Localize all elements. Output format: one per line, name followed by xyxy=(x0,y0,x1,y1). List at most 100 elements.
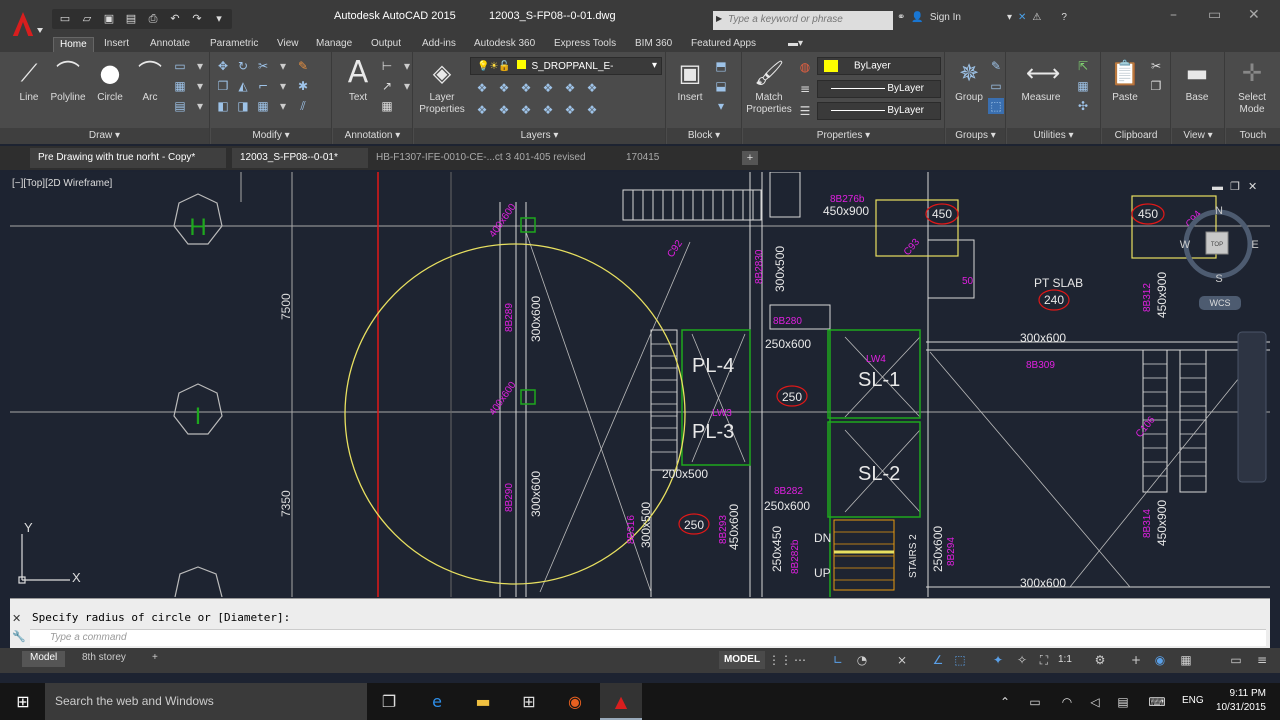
stretch-icon[interactable]: ◧ xyxy=(215,98,231,114)
match-properties-button[interactable]: 🖌 Match Properties xyxy=(743,56,795,122)
color-dropdown[interactable]: ByLayer xyxy=(817,57,941,75)
offset-icon[interactable]: ⫽ xyxy=(295,98,311,114)
group-select-icon[interactable]: ⬚ xyxy=(988,98,1004,114)
tab-parametric[interactable]: Parametric xyxy=(204,37,264,52)
chevron-down-icon[interactable]: ▾ xyxy=(275,58,291,74)
tab-manage[interactable]: Manage xyxy=(310,37,358,52)
edge-icon[interactable]: e xyxy=(426,691,448,713)
drawing-canvas[interactable]: H I 7500 7350 450x900 250x600 250x600 20… xyxy=(10,172,1270,597)
viewport-close-icon[interactable]: ✕ xyxy=(1248,181,1257,193)
language-indicator[interactable]: ENG xyxy=(1182,695,1204,706)
annotation-icon[interactable]: ✦ xyxy=(990,652,1006,668)
panel-title-layers[interactable]: Layers ▾ xyxy=(414,128,665,144)
paste-button[interactable]: 📋 Paste xyxy=(1102,56,1148,122)
wrench-icon[interactable]: 🔧 xyxy=(12,630,26,643)
create-block-icon[interactable]: ⬒ xyxy=(713,58,729,74)
customize-icon[interactable]: ≡ xyxy=(1254,652,1270,668)
layer-tool-icon[interactable]: ❖ xyxy=(562,80,578,96)
open-icon[interactable]: ▱ xyxy=(78,10,96,28)
tab-autodesk360[interactable]: Autodesk 360 xyxy=(468,37,541,52)
layer-tool-icon[interactable]: ❖ xyxy=(562,102,578,118)
annotation-visibility-icon[interactable]: ✧ xyxy=(1014,652,1030,668)
ortho-icon[interactable]: ∟ xyxy=(830,652,846,668)
search-arrow-icon[interactable]: ▶ xyxy=(716,14,722,23)
tab-featured-apps[interactable]: Featured Apps xyxy=(685,37,762,52)
compass-w[interactable]: W xyxy=(1180,239,1191,251)
new-icon[interactable]: ▭ xyxy=(56,10,74,28)
task-view-icon[interactable]: ❐ xyxy=(378,691,400,713)
id-point-icon[interactable]: ✣ xyxy=(1075,98,1091,114)
layer-tool-icon[interactable]: ❖ xyxy=(518,102,534,118)
panel-title-annotation[interactable]: Annotation ▾ xyxy=(333,128,412,144)
layout-tab-8th-storey[interactable]: 8th storey xyxy=(74,651,134,667)
rectangle-icon[interactable]: ▭ xyxy=(172,58,188,74)
cut-icon[interactable]: ✂ xyxy=(1148,58,1164,74)
chevron-down-icon[interactable]: ▾ xyxy=(399,58,415,74)
command-input[interactable]: Type a command xyxy=(30,629,1266,646)
erase-icon[interactable]: ✎ xyxy=(295,58,311,74)
redo-icon[interactable]: ↷ xyxy=(188,10,206,28)
chevron-down-icon[interactable]: ▾ xyxy=(399,78,415,94)
ungroup-icon[interactable]: ✎ xyxy=(988,58,1004,74)
quick-select-icon[interactable]: ⇱ xyxy=(1075,58,1091,74)
store-icon[interactable]: ⊞ xyxy=(518,691,540,713)
arc-button[interactable]: ⌒ Arc xyxy=(127,56,173,122)
viewport-minimize-icon[interactable]: ▬ xyxy=(1212,181,1223,193)
group-edit-icon[interactable]: ▭ xyxy=(988,78,1004,94)
workspace-icon[interactable]: ⚙ xyxy=(1092,652,1108,668)
chevron-down-icon[interactable]: ▾ xyxy=(275,98,291,114)
dimension-icon[interactable]: ⊢ xyxy=(379,58,395,74)
panel-title-draw[interactable]: Draw ▾ xyxy=(0,128,209,144)
panel-title-modify[interactable]: Modify ▾ xyxy=(211,128,331,144)
volume-icon[interactable]: ◁ xyxy=(1084,691,1106,713)
chevron-down-icon[interactable]: ▾ xyxy=(192,58,208,74)
layer-tool-icon[interactable]: ❖ xyxy=(496,102,512,118)
help-icon[interactable]: ? xyxy=(1061,12,1067,23)
compass-s[interactable]: S xyxy=(1215,273,1222,285)
layer-tool-icon[interactable]: ❖ xyxy=(474,80,490,96)
tab-bim360[interactable]: BIM 360 xyxy=(629,37,678,52)
layer-tool-icon[interactable]: ❖ xyxy=(584,102,600,118)
keyboard-icon[interactable]: ⌨ xyxy=(1146,691,1168,713)
copy-icon[interactable]: ❐ xyxy=(215,78,231,94)
linetype-dropdown[interactable]: ByLayer xyxy=(817,80,941,98)
compass-e[interactable]: E xyxy=(1251,239,1258,251)
layer-dropdown[interactable]: 💡☀🔓 S_DROPPANL_E- ▾ xyxy=(470,57,662,75)
close-icon[interactable]: ✕ xyxy=(12,612,21,625)
exchange-icon[interactable]: ✕ xyxy=(1018,12,1026,23)
layer-tool-icon[interactable]: ❖ xyxy=(540,102,556,118)
base-button[interactable]: ▬ Base xyxy=(1174,56,1220,122)
model-space-button[interactable]: MODEL xyxy=(719,651,765,669)
windows-start-icon[interactable]: ⊞ xyxy=(12,691,34,713)
tab-insert[interactable]: Insert xyxy=(98,37,135,52)
osnap-icon[interactable]: ⨯ xyxy=(894,652,910,668)
autocad-taskbar-icon[interactable]: ▲ xyxy=(600,683,642,720)
explode-icon[interactable]: ✱ xyxy=(295,78,311,94)
edit-block-icon[interactable]: ⬓ xyxy=(713,78,729,94)
annotation-scale[interactable]: 1:1 xyxy=(1058,654,1072,665)
polyline-button[interactable]: ⌒ Polyline xyxy=(45,56,91,122)
chevron-down-icon[interactable]: ▾ xyxy=(1007,12,1012,23)
move-icon[interactable]: ✥ xyxy=(215,58,231,74)
maximize-icon[interactable]: ▭ xyxy=(1208,7,1221,23)
tab-home[interactable]: Home xyxy=(53,37,94,52)
layer-tool-icon[interactable]: ❖ xyxy=(540,80,556,96)
trim-icon[interactable]: ✂ xyxy=(255,58,271,74)
layer-tool-icon[interactable]: ❖ xyxy=(584,80,600,96)
binoculars-icon[interactable]: ⚭ xyxy=(897,12,905,23)
polar-icon[interactable]: ◔ xyxy=(854,652,870,668)
otrack-icon[interactable]: ∠ xyxy=(930,652,946,668)
viewport-restore-icon[interactable]: ❐ xyxy=(1230,181,1240,193)
table-icon[interactable]: ▦ xyxy=(379,98,395,114)
compass-n[interactable]: N xyxy=(1215,205,1223,217)
chevron-up-icon[interactable]: ⌃ xyxy=(994,691,1016,713)
isolate-icon[interactable]: ◉ xyxy=(1152,652,1168,668)
text-button[interactable]: A Text xyxy=(335,56,381,122)
minimize-icon[interactable]: – xyxy=(1170,7,1177,23)
array-icon[interactable]: ▦ xyxy=(255,98,271,114)
gradient-icon[interactable]: ▤ xyxy=(172,98,188,114)
mirror-icon[interactable]: ◭ xyxy=(235,78,251,94)
panel-title-groups[interactable]: Groups ▾ xyxy=(946,128,1005,144)
panel-title-properties[interactable]: Properties ▾ xyxy=(743,128,944,144)
navigation-bar[interactable] xyxy=(1237,331,1267,483)
